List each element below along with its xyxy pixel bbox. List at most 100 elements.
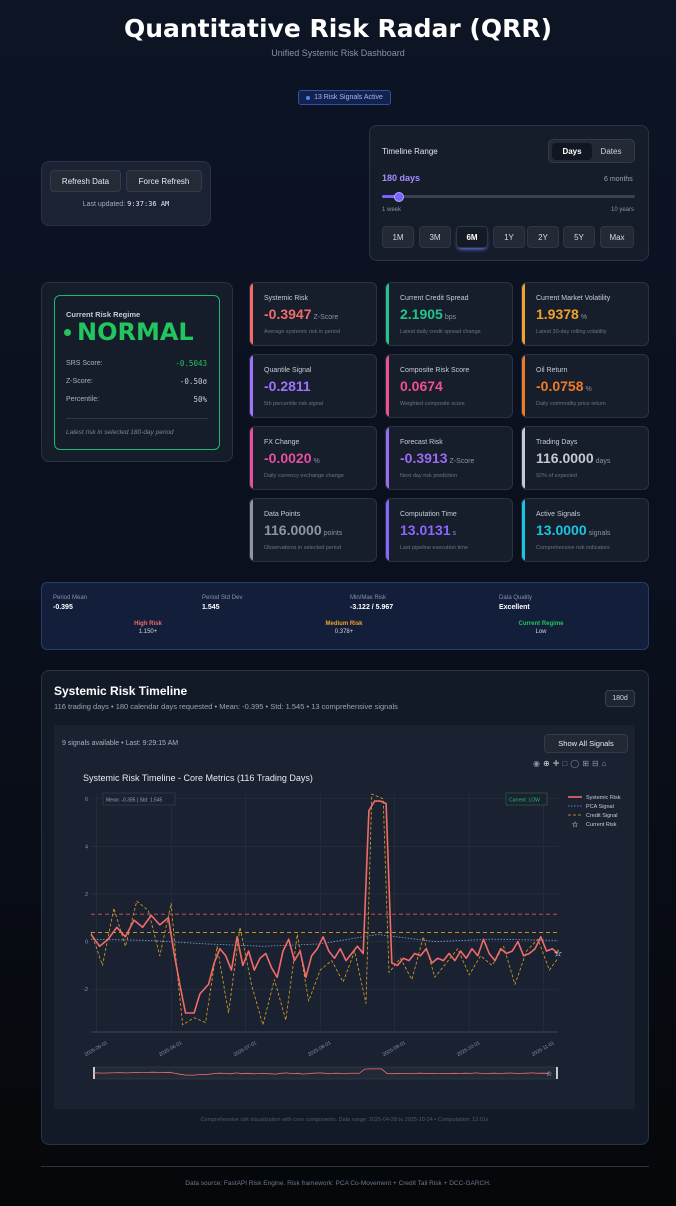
signals-info: 9 signals available • Last: 9:29:15 AM	[62, 740, 179, 747]
metric-description: Latest 30-day rolling volatility	[536, 329, 607, 335]
minmax-value: -3.122 / 5.967	[350, 604, 394, 611]
metric-unit: %	[580, 314, 588, 321]
preset-max-button[interactable]: Max	[600, 226, 634, 248]
risk-timeline-chart[interactable]: 6 4 2 0 -2 2025-05-01 2025-06-01 2025-07-01 2025…	[54, 780, 635, 1100]
metric-accent-bar	[522, 283, 525, 345]
zscore-value: -0.50σ	[179, 377, 207, 386]
regime-value: NORMAL	[77, 318, 194, 346]
toggle-days[interactable]: Days	[552, 143, 592, 160]
metric-card: Computation Time 13.0131 s Last pipeline ex…	[385, 498, 513, 562]
metric-value: 13.0000 signals	[536, 522, 610, 538]
metric-label: Active Signals	[536, 511, 580, 518]
period-stats-bar	[41, 582, 649, 650]
x-tick-label: 2025-07-01	[233, 1040, 258, 1058]
metric-value: -0.3913 Z-Score	[400, 450, 474, 466]
force-refresh-button[interactable]: Force Refresh	[126, 170, 202, 192]
last-updated-label: Last updated:	[82, 201, 126, 208]
metric-unit: %	[585, 386, 592, 393]
metric-card: Composite Risk Score 0.0674 Weighted compo…	[385, 354, 513, 418]
camera-icon[interactable]: ◉	[533, 759, 540, 768]
preset-5y-button[interactable]: 5Y	[563, 226, 595, 248]
metric-description: Weighted composite score	[400, 401, 465, 407]
metric-label: Computation Time	[400, 511, 457, 518]
zscore-label: Z-Score:	[66, 378, 93, 385]
pan-icon[interactable]: ✚	[553, 759, 560, 768]
metric-value: -0.0758%	[536, 378, 592, 394]
metric-number: -0.2811	[264, 378, 311, 394]
metric-value: 0.0674	[400, 378, 445, 394]
preset-1m-button[interactable]: 1M	[382, 226, 414, 248]
metric-description: Observations in selected period	[264, 545, 342, 551]
metric-value: 116.0000 points	[264, 522, 342, 538]
show-all-signals-button[interactable]: Show All Signals	[544, 734, 628, 753]
metric-description: Daily commodity price return	[536, 401, 606, 407]
metric-description: Average systemic risk in period	[264, 329, 341, 335]
x-tick-label: 2025-08-01	[307, 1040, 332, 1058]
regime-note: Latest risk in selected 180-day period	[66, 429, 174, 436]
metric-number: 13.0000	[536, 522, 587, 538]
metric-description: 5th percentile risk signal	[264, 401, 324, 407]
metric-accent-bar	[386, 355, 389, 417]
chart-section-title: Systemic Risk Timeline	[54, 684, 188, 698]
days-value: 180 days	[382, 173, 421, 183]
period-mean-label: Period Mean	[53, 595, 88, 601]
metric-label: Composite Risk Score	[400, 367, 470, 374]
status-dot-icon	[306, 95, 311, 100]
metric-card: Systemic Risk -0.3947 Z-Score Average syste…	[249, 282, 377, 346]
metric-label: Quantile Signal	[264, 367, 312, 374]
metric-label: Current Credit Spread	[400, 295, 469, 302]
metric-label: Current Market Volatility	[536, 295, 611, 302]
x-tick-label: 2025-06-01	[158, 1040, 183, 1058]
metric-accent-bar	[250, 499, 253, 561]
range-slider-star-icon: ☆	[546, 1070, 552, 1078]
toggle-dates[interactable]: Dates	[591, 143, 631, 160]
range-select[interactable]: 180d	[605, 690, 635, 707]
x-tick-label: 2025-05-01	[84, 1040, 109, 1058]
metric-value: -0.3947 Z-Score	[264, 306, 338, 322]
home-icon[interactable]: ⌂	[602, 759, 607, 768]
zoom-out-icon[interactable]: ⊟	[592, 759, 599, 768]
srs-value: -0.5043	[175, 359, 207, 368]
current-regime-value: Low	[535, 629, 547, 635]
footer-text: Data source: FastAPI Risk Engine. Risk f…	[185, 1180, 491, 1187]
metric-value: 13.0131 s	[400, 522, 456, 538]
preset-3m-button[interactable]: 3M	[419, 226, 451, 248]
signals-badge: 13 Risk Signals Active	[298, 90, 391, 105]
metric-unit: signals	[588, 530, 611, 537]
refresh-data-button[interactable]: Refresh Data	[50, 170, 121, 192]
current-regime-label: Current Regime	[518, 621, 564, 627]
metric-accent-bar	[522, 499, 525, 561]
metric-label: Systemic Risk	[264, 295, 308, 302]
slider-min-label: 1 week	[382, 207, 402, 213]
period-std-label: Period Std Dev	[202, 595, 243, 601]
metric-card: Active Signals 13.0000 signals Comprehensiv…	[521, 498, 649, 562]
zoom-icon[interactable]: ⊕	[543, 759, 550, 768]
metric-unit: s	[452, 530, 457, 537]
metric-card: Oil Return -0.0758% Daily commodity price …	[521, 354, 649, 418]
preset-1y-button[interactable]: 1Y	[493, 226, 525, 248]
range-slider-handle[interactable]	[394, 192, 404, 202]
box-select-icon[interactable]: □	[562, 759, 567, 768]
legend-star-icon: ☆	[571, 820, 578, 829]
lasso-icon[interactable]: ◯	[570, 759, 579, 768]
high-risk-label: High Risk	[134, 621, 162, 627]
srs-label: SRS Score:	[66, 360, 103, 367]
months-value: 6 months	[604, 176, 633, 183]
metric-accent-bar	[522, 355, 525, 417]
preset-2y-button[interactable]: 2Y	[527, 226, 559, 248]
metric-label: Trading Days	[536, 439, 578, 446]
percentile-value: 50%	[193, 395, 207, 404]
zoom-in-icon[interactable]: ⊞	[582, 759, 589, 768]
high-risk-value: 1.150+	[138, 629, 158, 635]
series-line-systemic-risk	[90, 800, 559, 1014]
metric-number: -0.0020	[264, 450, 312, 466]
metric-label: Oil Return	[536, 367, 568, 374]
footer-divider	[41, 1166, 649, 1167]
x-tick-label: 2025-11-01	[531, 1040, 556, 1058]
range-slider-track[interactable]	[382, 195, 635, 198]
metric-unit: days	[595, 458, 611, 465]
annotation-right: Current: LOW	[509, 798, 540, 804]
metric-number: -0.3913	[400, 450, 448, 466]
preset-6m-button[interactable]: 6M	[456, 226, 488, 248]
metric-unit: %	[313, 458, 320, 465]
